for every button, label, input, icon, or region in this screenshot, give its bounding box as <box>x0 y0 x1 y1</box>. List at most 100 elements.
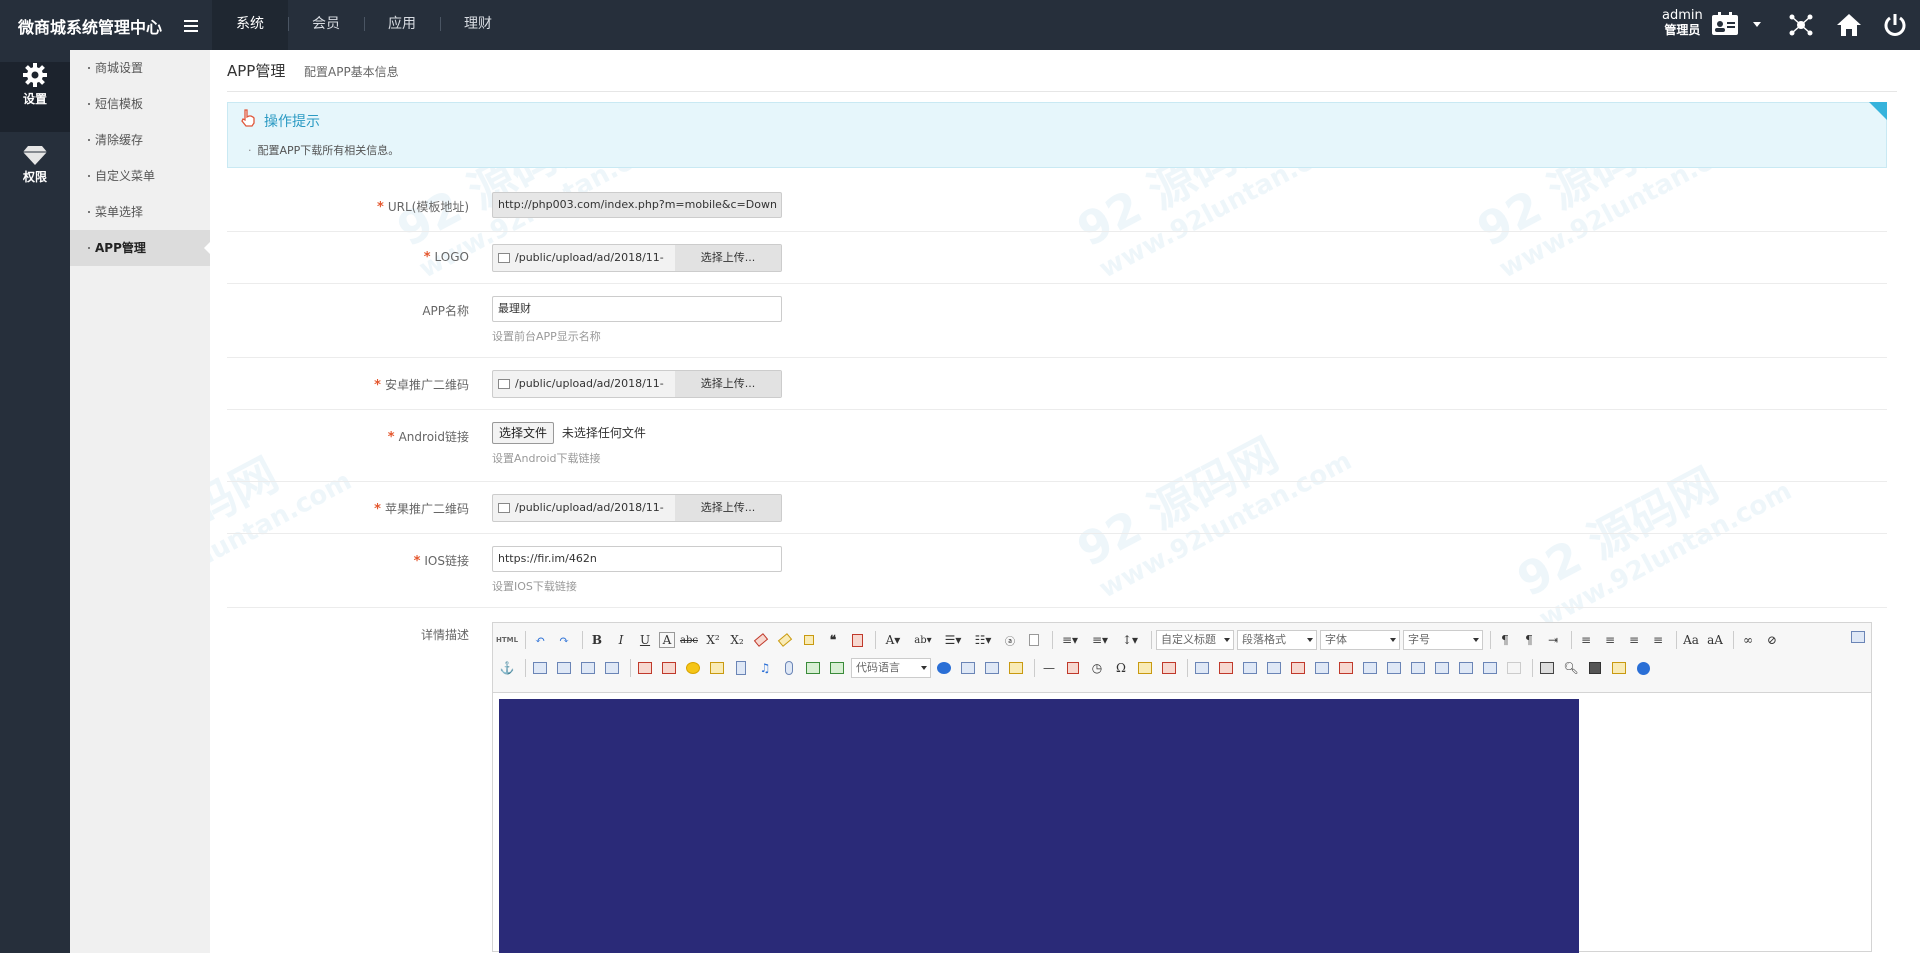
auto-format-icon[interactable] <box>799 630 819 650</box>
lowercase-icon[interactable]: aA <box>1705 630 1725 650</box>
format-brush-icon[interactable] <box>775 630 795 650</box>
unordered-list-icon[interactable]: ☷▾ <box>970 630 996 650</box>
drafts-icon[interactable] <box>1609 658 1629 678</box>
split-cells-icon[interactable] <box>1432 658 1452 678</box>
select-all-icon[interactable]: ⓐ <box>1000 630 1020 650</box>
ltr-icon[interactable]: ¶ <box>1495 630 1515 650</box>
simple-upload-icon[interactable] <box>635 658 655 678</box>
attachment-icon[interactable] <box>779 658 799 678</box>
submenu-item-app-manage[interactable]: APP管理 <box>70 230 211 266</box>
page-break-icon[interactable] <box>934 658 954 678</box>
align-justify-icon[interactable]: ≡ <box>1648 630 1668 650</box>
split-rows-icon[interactable] <box>1456 658 1476 678</box>
network-icon[interactable] <box>1787 11 1815 39</box>
url-input[interactable]: http://php003.com/index.php?m=mobile&c=D… <box>492 192 782 218</box>
fullscreen-icon[interactable] <box>1851 631 1865 646</box>
preview-icon[interactable]: 🔍︎ <box>1561 658 1581 678</box>
chart-icon[interactable] <box>1504 658 1524 678</box>
editor-content-area[interactable] <box>499 699 1579 953</box>
map-icon[interactable] <box>803 658 823 678</box>
redo-icon[interactable]: ↷ <box>554 630 574 650</box>
html-source-button[interactable]: HTML <box>496 630 518 650</box>
ios-link-input[interactable]: https://fir.im/462n <box>492 546 782 572</box>
sidebar-item-permission[interactable]: 权限 <box>0 144 70 214</box>
eraser-icon[interactable] <box>751 630 771 650</box>
emotion-icon[interactable] <box>683 658 703 678</box>
submenu-item-clear-cache[interactable]: 清除缓存 <box>70 122 210 158</box>
paragraph-format-select[interactable]: 段落格式 <box>1237 630 1317 650</box>
align-center-icon[interactable]: ≡ <box>1600 630 1620 650</box>
align-right-icon[interactable]: ≡ <box>1624 630 1644 650</box>
rtl-icon[interactable]: ¶ <box>1519 630 1539 650</box>
logo-upload-button[interactable]: 选择上传... <box>675 245 781 271</box>
user-dropdown-caret-icon[interactable] <box>1753 22 1761 27</box>
template-icon[interactable] <box>982 658 1002 678</box>
underline-icon[interactable]: U <box>635 630 655 650</box>
search-replace-icon[interactable] <box>1135 658 1155 678</box>
collapse-corner-icon[interactable] <box>1869 102 1887 120</box>
indent-icon[interactable]: ⇥ <box>1543 630 1563 650</box>
align-left-icon[interactable]: ≡ <box>1576 630 1596 650</box>
music-icon[interactable]: ♫ <box>755 658 775 678</box>
date-icon[interactable] <box>1063 658 1083 678</box>
time-icon[interactable]: ◷ <box>1087 658 1107 678</box>
row-spacing-bottom-icon[interactable]: ≡▾ <box>1087 630 1113 650</box>
menu-toggle-icon[interactable] <box>184 20 198 32</box>
nav-system[interactable]: 系统 <box>212 0 288 50</box>
blockquote-icon[interactable]: ❝ <box>823 630 843 650</box>
insert-frame-icon[interactable] <box>827 658 847 678</box>
split-cols-icon[interactable] <box>1480 658 1500 678</box>
ordered-list-icon[interactable]: ☰▾ <box>940 630 966 650</box>
special-char-icon[interactable]: Ω <box>1111 658 1131 678</box>
undo-icon[interactable]: ↶ <box>530 630 550 650</box>
merge-down-icon[interactable] <box>1408 658 1428 678</box>
nav-member[interactable]: 会员 <box>288 0 364 50</box>
android-qr-upload-button[interactable]: 选择上传... <box>675 371 781 397</box>
background-icon[interactable] <box>958 658 978 678</box>
delete-col-icon[interactable] <box>1336 658 1356 678</box>
insert-col-icon[interactable] <box>1312 658 1332 678</box>
ios-qr-upload-button[interactable]: 选择上传... <box>675 495 781 521</box>
merge-right-icon[interactable] <box>1384 658 1404 678</box>
uppercase-icon[interactable]: Aa <box>1681 630 1701 650</box>
image-center-icon[interactable] <box>602 658 622 678</box>
font-family-select[interactable]: 字体 <box>1320 630 1400 650</box>
insert-table-icon[interactable] <box>1192 658 1212 678</box>
insert-image-icon[interactable] <box>659 658 679 678</box>
row-spacing-top-icon[interactable]: ≡▾ <box>1057 630 1083 650</box>
italic-icon[interactable]: I <box>611 630 631 650</box>
insert-table-image-icon[interactable] <box>1159 658 1179 678</box>
submenu-item-menu-select[interactable]: 菜单选择 <box>70 194 210 230</box>
line-height-icon[interactable]: ↕▾ <box>1117 630 1143 650</box>
anchor-icon[interactable]: ⚓ <box>497 658 517 678</box>
image-left-icon[interactable] <box>554 658 574 678</box>
submenu-item-sms-template[interactable]: 短信模板 <box>70 86 210 122</box>
horizontal-rule-icon[interactable]: — <box>1039 658 1059 678</box>
superscript-icon[interactable]: X² <box>703 630 723 650</box>
submenu-item-mall-settings[interactable]: 商城设置 <box>70 50 210 86</box>
wordimage-icon[interactable] <box>1006 658 1026 678</box>
home-icon[interactable] <box>1835 11 1863 39</box>
help-icon[interactable] <box>1633 658 1653 678</box>
insert-paragraph-before-table-icon[interactable] <box>1240 658 1260 678</box>
insert-row-icon[interactable] <box>1264 658 1284 678</box>
print-icon[interactable] <box>1537 658 1557 678</box>
paste-text-icon[interactable] <box>847 630 867 650</box>
bold-icon[interactable]: B <box>587 630 607 650</box>
custom-title-select[interactable]: 自定义标题 <box>1156 630 1234 650</box>
background-color-icon[interactable]: ab▾ <box>910 630 936 650</box>
font-border-icon[interactable]: A <box>659 632 675 648</box>
code-language-select[interactable]: 代码语言 <box>851 658 931 678</box>
image-right-icon[interactable] <box>578 658 598 678</box>
unlink-icon[interactable]: ⊘ <box>1762 630 1782 650</box>
subscript-icon[interactable]: X₂ <box>727 630 747 650</box>
power-icon[interactable] <box>1881 11 1909 39</box>
delete-table-icon[interactable] <box>1216 658 1236 678</box>
app-name-input[interactable]: 最理财 <box>492 296 782 322</box>
clear-doc-icon[interactable] <box>1024 630 1044 650</box>
nav-finance[interactable]: 理财 <box>440 0 516 50</box>
sidebar-item-settings[interactable]: 设置 <box>0 62 70 132</box>
contact-card-icon[interactable] <box>1711 11 1739 39</box>
strikethrough-icon[interactable]: abc <box>679 630 699 650</box>
scrawl-icon[interactable] <box>707 658 727 678</box>
